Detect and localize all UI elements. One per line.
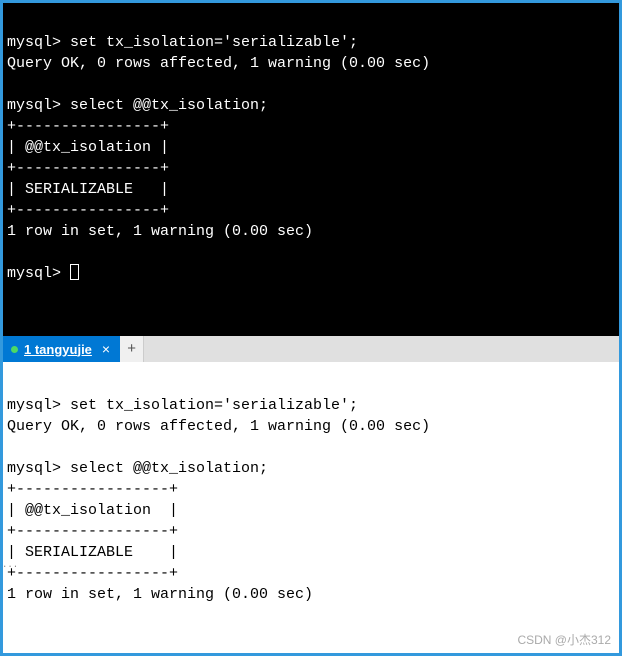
terminal-top-pane[interactable]: mysql> set tx_isolation='serializable'; … (0, 0, 622, 336)
terminal-line: | SERIALIZABLE | (7, 181, 169, 198)
terminal-line: 1 row in set, 1 warning (0.00 sec) (7, 586, 313, 603)
terminal-line: Query OK, 0 rows affected, 1 warning (0.… (7, 55, 430, 72)
terminal-line: mysql> select @@tx_isolation; (7, 460, 268, 477)
status-dot-icon (11, 346, 18, 353)
terminal-line: | @@tx_isolation | (7, 139, 169, 156)
terminal-line: +-----------------+ (7, 481, 178, 498)
add-tab-button[interactable]: + (120, 336, 144, 362)
terminal-bottom-pane[interactable]: mysql> set tx_isolation='serializable'; … (0, 362, 622, 656)
terminal-prompt: mysql> (7, 265, 70, 282)
tab-title: 1 tangyujie (24, 342, 92, 357)
terminal-line: 1 row in set, 1 warning (0.00 sec) (7, 223, 313, 240)
terminal-line: +-----------------+ (7, 565, 178, 582)
terminal-line: +----------------+ (7, 160, 169, 177)
terminal-line: +----------------+ (7, 202, 169, 219)
terminal-line: +----------------+ (7, 118, 169, 135)
margin-dots: ... (2, 560, 18, 570)
watermark-text: CSDN @小杰312 (517, 632, 611, 649)
cursor-icon (70, 264, 79, 280)
terminal-line: +-----------------+ (7, 523, 178, 540)
terminal-line: mysql> select @@tx_isolation; (7, 97, 268, 114)
terminal-line: Query OK, 0 rows affected, 1 warning (0.… (7, 418, 430, 435)
close-icon[interactable]: × (102, 341, 110, 357)
terminal-line: mysql> set tx_isolation='serializable'; (7, 397, 358, 414)
terminal-line: | SERIALIZABLE | (7, 544, 178, 561)
terminal-line: mysql> set tx_isolation='serializable'; (7, 34, 358, 51)
terminal-line: | @@tx_isolation | (7, 502, 178, 519)
tab-bar: 1 tangyujie × + (0, 336, 622, 362)
tab-session[interactable]: 1 tangyujie × (3, 336, 120, 362)
